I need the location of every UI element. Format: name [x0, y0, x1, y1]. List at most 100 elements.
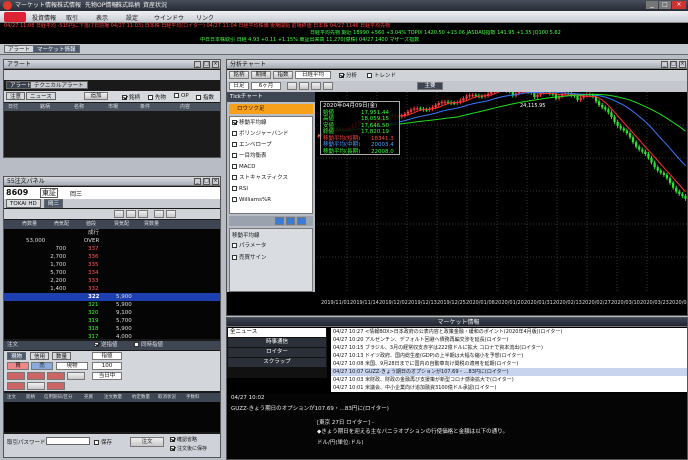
news-item[interactable]: 04/27 10:27 <情報BOX>日本政府の公表内容と政策金融・緩和のポイン…	[331, 328, 687, 336]
board-bid-row[interactable]: 321 5,900	[4, 301, 220, 309]
order-tool-4[interactable]	[154, 210, 164, 218]
stop-order-check[interactable]: 逆指値	[94, 341, 118, 350]
filter-futures-checkbox[interactable]	[148, 95, 153, 100]
news-title[interactable]: マーケット情報	[227, 318, 687, 327]
board-ask-row[interactable]: 2,200 333	[4, 277, 220, 285]
title-m3[interactable]: 株式銘柄	[116, 1, 140, 10]
chart-title[interactable]: 分析チャート	[227, 60, 687, 69]
indicator-checkbox[interactable]	[232, 142, 237, 147]
order-opt-7[interactable]	[47, 382, 65, 390]
board-bid-row[interactable]: 319 5,700	[4, 317, 220, 325]
board-bid-row[interactable]: 5,900	[4, 293, 220, 301]
chart-tab-trend-radio[interactable]	[367, 73, 372, 78]
maximize-button[interactable]: □	[659, 1, 671, 9]
price-type-select[interactable]: 指値	[92, 352, 122, 360]
indicator-checkbox[interactable]	[232, 153, 237, 158]
menu-invest[interactable]: 投資情報	[32, 13, 56, 22]
order-opt-2[interactable]	[27, 372, 45, 380]
order-max-icon[interactable]: □	[203, 178, 210, 185]
indicator-checkbox[interactable]	[232, 186, 237, 191]
filter-stock[interactable]: 銘柄	[122, 93, 140, 101]
chart-tool-d[interactable]	[323, 82, 333, 90]
indicator-checkbox[interactable]	[232, 175, 237, 180]
news-item[interactable]: 04/27 10:13 ドイツ政府、国内総生産(GDP)の上半期は大幅な縮小を予…	[331, 352, 687, 360]
pw-save-checkbox[interactable]	[94, 440, 99, 445]
cat-scrap[interactable]: スクラップ	[228, 358, 326, 367]
indicator-item[interactable]: MACD	[232, 163, 256, 172]
chart-tab-analysis-radio[interactable]	[339, 73, 344, 78]
news-item[interactable]: 04/27 10:15 ブラジル、3月の経常収支赤字は222億ドルに拡大 コロナ…	[331, 344, 687, 352]
menu-link[interactable]: リンク	[196, 13, 214, 22]
cat-jiji[interactable]: 時事通信	[228, 338, 326, 347]
sub-param-item[interactable]: パラメータ	[232, 241, 266, 249]
side-tool-3[interactable]	[297, 217, 306, 225]
menu-view[interactable]: 表示	[96, 13, 108, 22]
order-code-input[interactable]: 8609	[6, 188, 28, 197]
board-bid-row[interactable]: 318 5,900	[4, 325, 220, 333]
cat-all[interactable]: 全ニュース	[228, 328, 326, 337]
candle-type-select[interactable]: ロウソク足	[229, 104, 313, 114]
chart-max-icon[interactable]: □	[670, 61, 677, 68]
order-title[interactable]: 55注文パネル	[4, 177, 220, 186]
order-tab-margin[interactable]: 信用	[30, 352, 50, 360]
buy-button[interactable]: 買	[7, 362, 29, 370]
order-tab-tokai[interactable]: TOKAI HD	[6, 199, 41, 208]
filter-op[interactable]: OP	[174, 93, 189, 99]
indicator-item[interactable]: 一目均衡表	[232, 152, 267, 161]
side-tool-2[interactable]	[286, 217, 295, 225]
filter-futures[interactable]: 先物	[148, 93, 166, 101]
indicator-checkbox[interactable]	[232, 131, 237, 136]
order-opt-6[interactable]	[27, 382, 45, 390]
filter-index-checkbox[interactable]	[196, 95, 201, 100]
board-row-over[interactable]: 53,000 OVER	[4, 237, 220, 245]
filter-index[interactable]: 指数	[196, 93, 214, 101]
sub-signal-item[interactable]: 売買サイン	[232, 253, 267, 261]
kind-select[interactable]: 現物	[56, 362, 88, 370]
news-item[interactable]: 04/27 10:08 米国、9月28日までに国内の自動車向け関税の適用を延期(…	[331, 360, 687, 368]
confirm-skip-check[interactable]: 確認省略	[170, 436, 197, 443]
order-market-select[interactable]: 東証	[40, 188, 58, 198]
news-item[interactable]: 04/27 10:01 米議会、中小企業向け追加融資3100億ドル承認(ロイター…	[331, 384, 687, 392]
menu-settings[interactable]: 設定	[126, 13, 138, 22]
news-item[interactable]: 04/27 10:03 米財政、財政の金融再び支援策が新型コロナ感染拡大で(ロイ…	[331, 376, 687, 384]
chart-tab-analysis[interactable]: 分析	[339, 71, 357, 79]
board-row-market[interactable]: 成行	[4, 229, 220, 237]
indicator-item[interactable]: ボリンジャーバンド	[232, 130, 288, 139]
order-min-icon[interactable]: _	[194, 178, 201, 185]
password-input[interactable]	[46, 437, 90, 445]
chart-tool-a[interactable]	[287, 82, 297, 90]
title-m1[interactable]: 株式情報	[57, 1, 81, 10]
order-opt-1[interactable]	[7, 372, 25, 380]
title-m4[interactable]: 資産状況	[143, 1, 167, 10]
side-tool-1[interactable]	[275, 217, 284, 225]
chart-close-icon[interactable]: ×	[679, 61, 686, 68]
indicator-item[interactable]: 移動平均線	[232, 119, 267, 128]
title-app[interactable]: マーケット情報	[15, 1, 57, 10]
order-close-icon[interactable]: ×	[212, 178, 219, 185]
board-bid-row[interactable]: 320 9,100	[4, 309, 220, 317]
indicator-item[interactable]: Williams%R	[232, 196, 271, 205]
chart-tool-c[interactable]	[311, 82, 321, 90]
order-tool-2[interactable]	[126, 210, 136, 218]
chart-period-select[interactable]: 6ヶ月	[251, 82, 281, 90]
board-bid-row[interactable]: 317 4,000	[4, 333, 220, 339]
tab-alert[interactable]: アラート	[4, 45, 35, 53]
indicator-checkbox[interactable]	[232, 120, 237, 125]
chart-tb-period[interactable]: 期間	[251, 71, 271, 79]
indicator-checkbox[interactable]	[232, 197, 237, 202]
sub-tab-caution[interactable]: 注意	[6, 92, 26, 100]
order-tool-3[interactable]	[138, 210, 148, 218]
save-after-checkbox[interactable]	[170, 446, 175, 451]
sub-tab-news[interactable]: ニュース	[26, 92, 56, 100]
indicator-item[interactable]: エンベロープ	[232, 141, 272, 150]
order-tool-1[interactable]	[114, 210, 124, 218]
chart-min-icon[interactable]: _	[661, 61, 668, 68]
order-tool-5[interactable]	[166, 210, 176, 218]
chart-tool-b[interactable]	[299, 82, 309, 90]
submit-order-button[interactable]: 注文	[130, 437, 164, 447]
alert-add-button[interactable]: 追加	[84, 92, 108, 100]
chart-tab-trend[interactable]: トレンド	[367, 71, 396, 79]
chart-main-tab[interactable]: 主要	[417, 82, 443, 90]
cat-reuters[interactable]: ロイター	[228, 348, 326, 357]
board-ask-row[interactable]: 5,700 334	[4, 269, 220, 277]
